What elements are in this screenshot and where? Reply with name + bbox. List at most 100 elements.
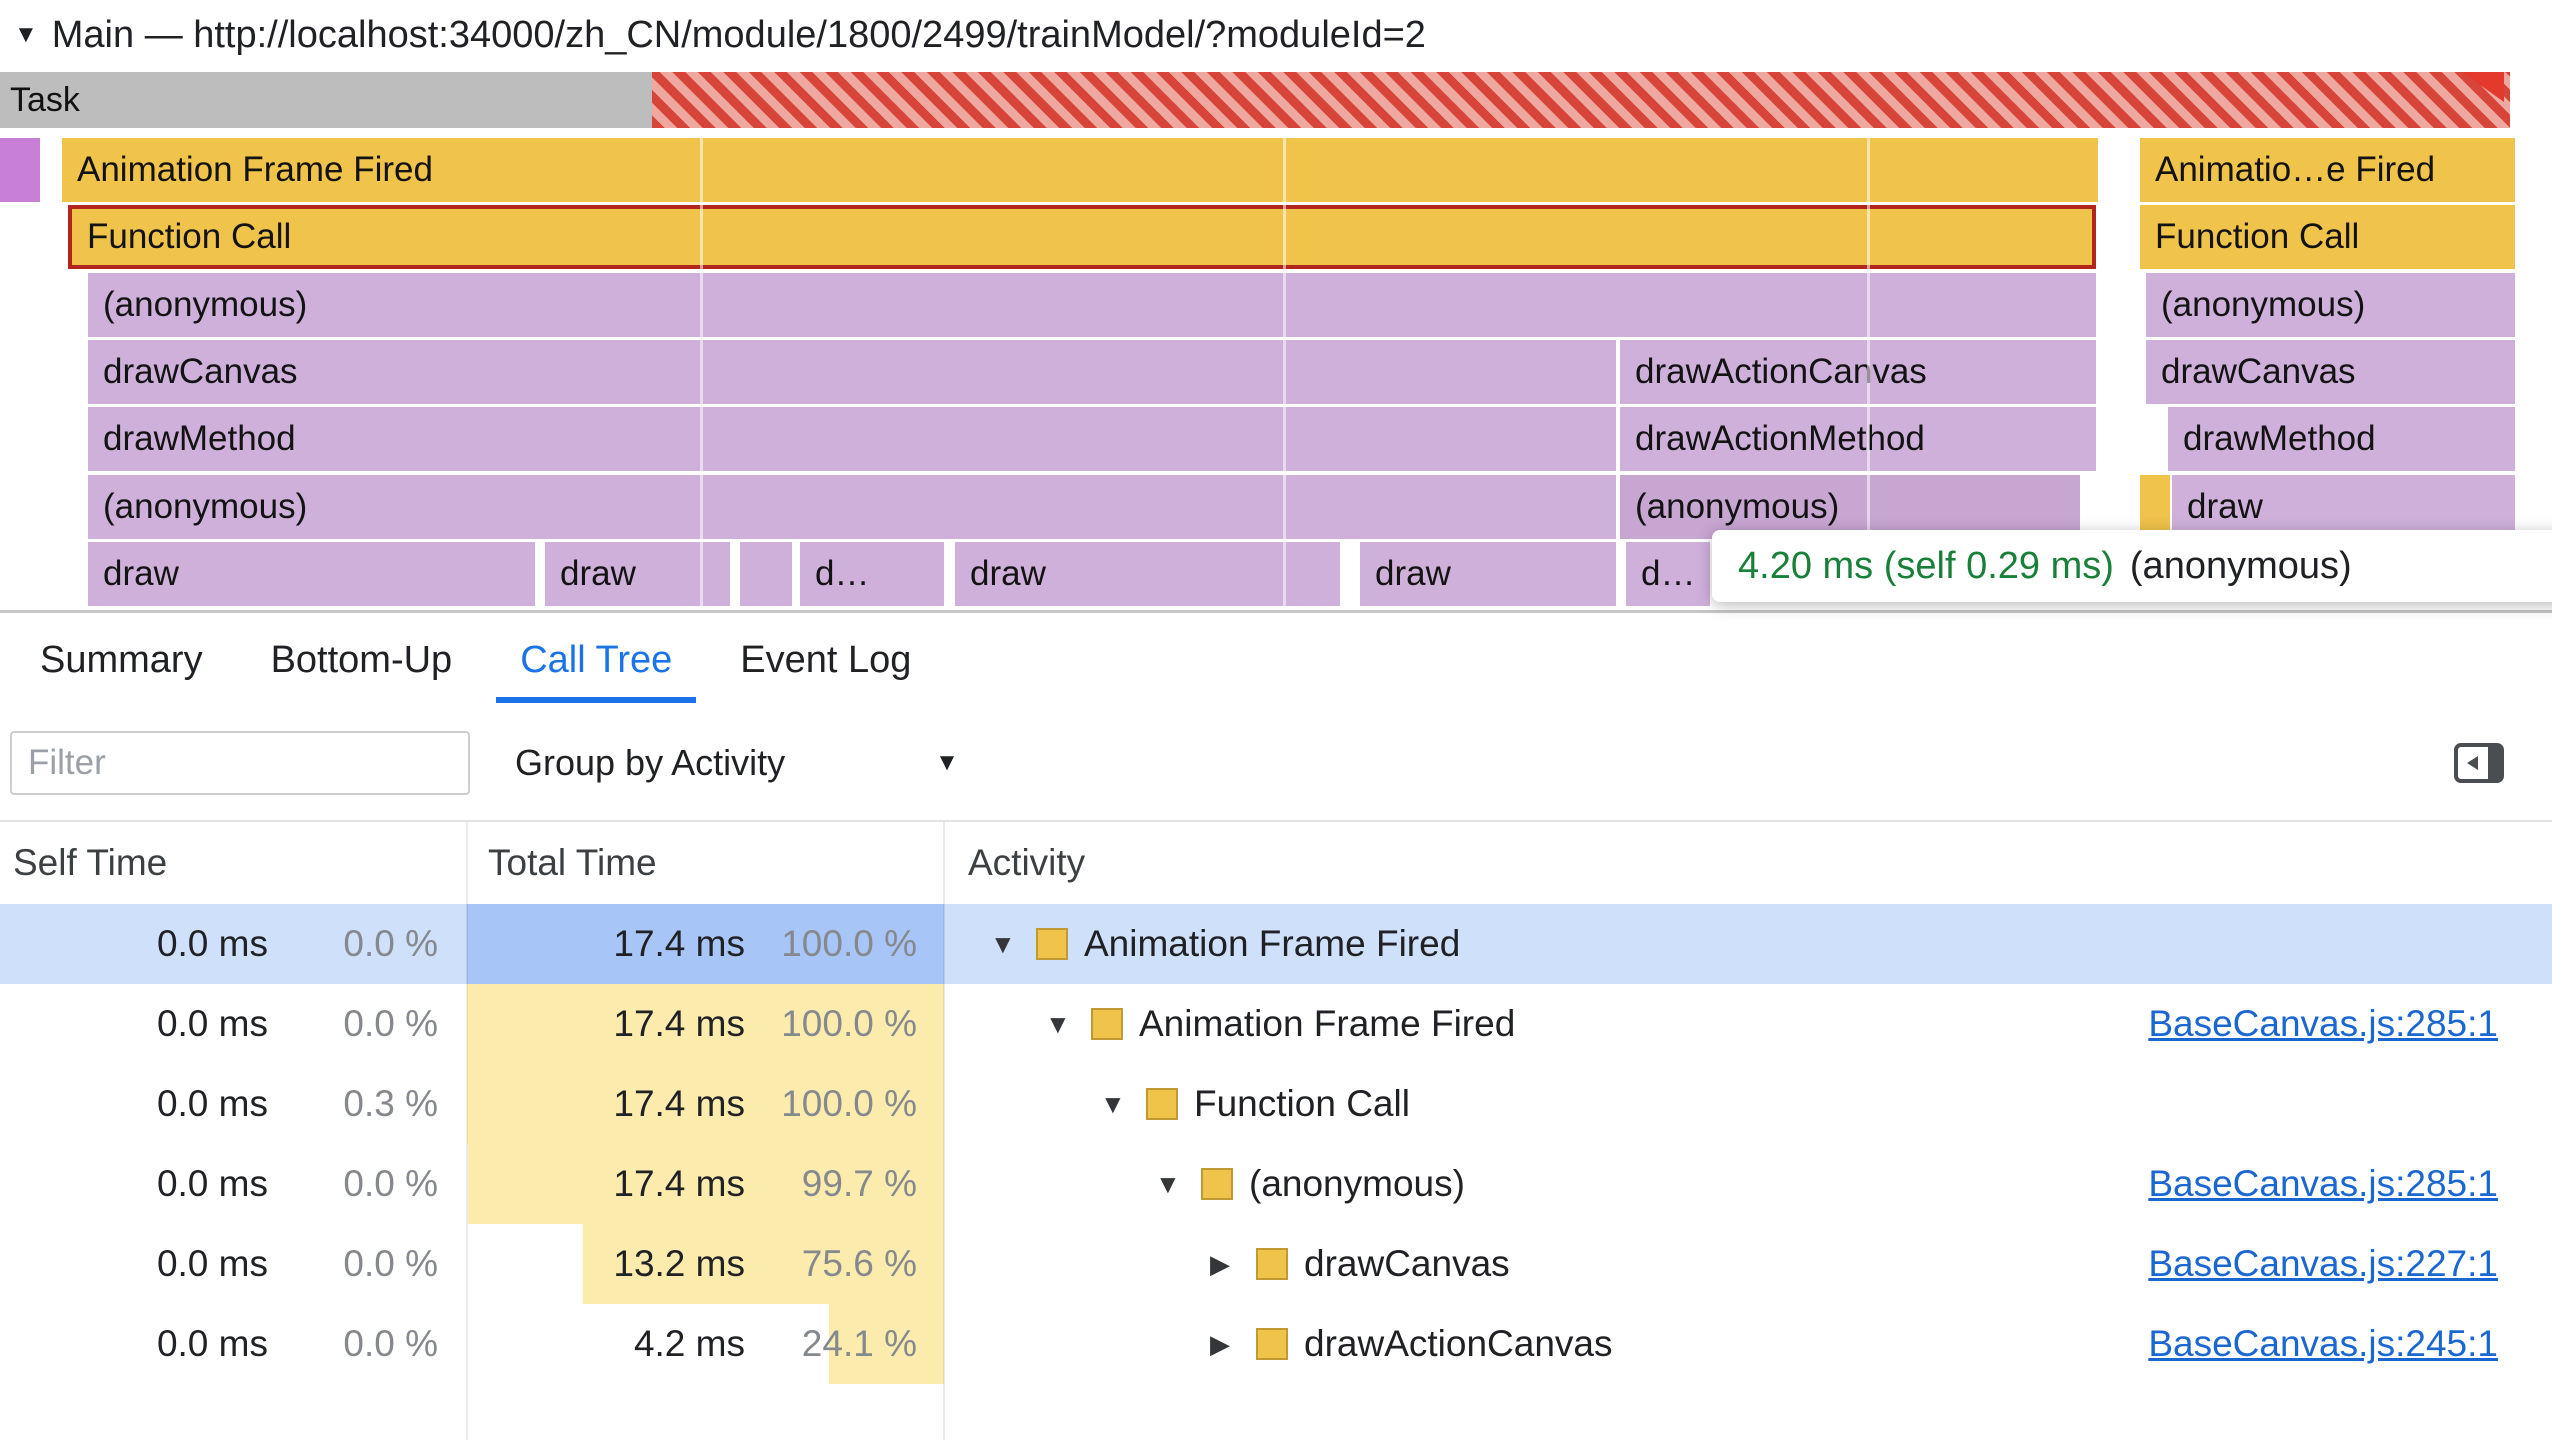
total-time-cell: 4.2 ms24.1 % <box>467 1304 944 1384</box>
collapse-icon[interactable]: ▼ <box>990 929 1036 960</box>
flame-bar-drawactionmethod[interactable]: drawActionMethod <box>1620 407 2096 471</box>
self-time-cell: 0.0 ms0.0 % <box>0 1003 467 1045</box>
activity-label: drawActionCanvas <box>1304 1323 1612 1365</box>
task-bar-segment[interactable]: Task <box>0 72 652 128</box>
self-time-cell: 0.0 ms0.0 % <box>0 923 467 965</box>
flame-bar-drawcanvas[interactable]: drawCanvas <box>88 340 1616 404</box>
long-task-hatch-segment[interactable] <box>652 72 2510 128</box>
flame-bar-draw[interactable]: draw <box>1360 542 1616 606</box>
total-time-pct: 100.0 % <box>745 1003 917 1045</box>
total-time-cell: 17.4 ms100.0 % <box>467 984 944 1064</box>
activity-label: (anonymous) <box>1249 1163 1465 1205</box>
flame-bar-animatio-e-fired[interactable]: Animatio…e Fired <box>2140 138 2515 202</box>
tree-row-drawactioncanvas[interactable]: 0.0 ms0.0 %4.2 ms24.1 % ▶ drawActionCanvas… <box>0 1304 2552 1384</box>
flame-bar-anonymous[interactable]: (anonymous) <box>88 475 1616 539</box>
tab-summary[interactable]: Summary <box>6 615 237 705</box>
tree-row-function-call[interactable]: 0.0 ms0.3 %17.4 ms100.0 %▼Function Call <box>0 1064 2552 1144</box>
column-header-activity[interactable]: Activity <box>944 842 2552 884</box>
self-time-cell: 0.0 ms0.0 % <box>0 1243 467 1285</box>
total-time-cell: 17.4 ms100.0 % <box>467 1064 944 1144</box>
activity-color-swatch <box>1256 1248 1288 1280</box>
devtools-performance-panel: ▼ Main — http://localhost:34000/zh_CN/mo… <box>0 0 2552 1440</box>
flame-bar-d[interactable]: d… <box>1626 542 1710 606</box>
flame-bar-function-call[interactable]: Function Call <box>2140 205 2515 269</box>
total-time-cell: 17.4 ms99.7 % <box>467 1144 944 1224</box>
flame-bar-drawactioncanvas[interactable]: drawActionCanvas <box>1620 340 2096 404</box>
flame-bar-d[interactable]: d… <box>800 542 944 606</box>
activity-cell: ▶ drawActionCanvas BaseCanvas.js:245:1 <box>944 1304 2552 1384</box>
total-time-cell: 13.2 ms75.6 % <box>467 1224 944 1304</box>
tree-row-animation-frame-fired[interactable]: 0.0 ms0.0 %17.4 ms100.0 %▼Animation Fram… <box>0 984 2552 1064</box>
self-time-ms: 0.0 ms <box>0 923 268 965</box>
total-time-ms: 4.2 ms <box>467 1323 745 1365</box>
collapse-icon[interactable]: ▼ <box>1100 1089 1146 1120</box>
source-link[interactable]: BaseCanvas.js:227:1 <box>2148 1243 2498 1285</box>
self-time-pct: 0.3 % <box>268 1083 438 1125</box>
expand-icon[interactable]: ▶ <box>1210 1249 1256 1280</box>
activity-color-swatch <box>1256 1328 1288 1360</box>
column-header-self-time[interactable]: Self Time <box>0 842 467 884</box>
activity-cell: ▼ (anonymous) BaseCanvas.js:285:1 <box>944 1144 2552 1224</box>
flame-bar-drawmethod[interactable]: drawMethod <box>88 407 1616 471</box>
activity-color-swatch <box>1036 928 1068 960</box>
panel-resize-divider[interactable] <box>0 610 2552 613</box>
activity-cell: ▼Animation Frame Fired <box>944 904 2552 984</box>
main-track-header[interactable]: ▼ Main — http://localhost:34000/zh_CN/mo… <box>0 0 2552 70</box>
column-header-total-time[interactable]: Total Time <box>467 842 944 884</box>
tree-row-anonymous[interactable]: 0.0 ms0.0 % 17.4 ms99.7 % ▼ (anonymous) Base… <box>0 1144 2552 1224</box>
chevron-down-icon: ▼ <box>935 749 959 777</box>
total-time-ms: 13.2 ms <box>467 1243 745 1285</box>
source-link[interactable]: BaseCanvas.js:245:1 <box>2148 1323 2498 1365</box>
tab-bottom-up[interactable]: Bottom-Up <box>237 615 487 705</box>
flame-bar-anonymous[interactable]: (anonymous) <box>88 273 2096 337</box>
self-time-ms: 0.0 ms <box>0 1003 268 1045</box>
activity-color-swatch <box>1146 1088 1178 1120</box>
tree-header: Self Time Total Time Activity <box>0 822 2552 904</box>
column-divider <box>466 822 468 1440</box>
total-time-pct: 75.6 % <box>745 1243 917 1285</box>
activity-label: Function Call <box>1194 1083 1410 1125</box>
flame-bar-block[interactable] <box>762 542 792 606</box>
flame-chart: 4.20 ms (self 0.29 ms) (anonymous) Anima… <box>0 138 2552 610</box>
total-time-cell: 17.4 ms100.0 % <box>467 904 944 984</box>
column-divider <box>943 822 945 1440</box>
self-time-ms: 0.0 ms <box>0 1163 268 1205</box>
group-by-select[interactable]: Group by Activity ▼ <box>515 742 959 784</box>
long-task-warning-triangle-icon <box>2462 72 2504 102</box>
task-label: Task <box>0 81 80 120</box>
show-heaviest-stack-icon[interactable] <box>2452 736 2506 790</box>
flame-bar-function-call[interactable]: Function Call <box>68 205 2096 269</box>
grid-line <box>1283 138 1286 610</box>
expand-icon[interactable]: ▶ <box>1210 1329 1256 1360</box>
flame-bar-draw[interactable]: draw <box>88 542 535 606</box>
self-time-pct: 0.0 % <box>268 1003 438 1045</box>
tree-row-animation-frame-fired[interactable]: 0.0 ms0.0 %17.4 ms100.0 %▼Animation Fram… <box>0 904 2552 984</box>
frame-tooltip: 4.20 ms (self 0.29 ms) (anonymous) <box>1712 530 2552 602</box>
self-time-cell: 0.0 ms0.0 % <box>0 1323 467 1365</box>
task-track: Task <box>0 72 2552 128</box>
source-link[interactable]: BaseCanvas.js:285:1 <box>2148 1163 2498 1205</box>
tree-row-drawcanvas[interactable]: 0.0 ms0.0 %13.2 ms75.6 %▶drawCanvasBaseC… <box>0 1224 2552 1304</box>
activity-label: Animation Frame Fired <box>1139 1003 1515 1045</box>
flame-bar-drawmethod[interactable]: drawMethod <box>2168 407 2515 471</box>
tab-event-log[interactable]: Event Log <box>706 615 945 705</box>
source-link[interactable]: BaseCanvas.js:285:1 <box>2148 1003 2498 1045</box>
main-track-title: Main — http://localhost:34000/zh_CN/modu… <box>52 14 1426 57</box>
flame-bar-drawcanvas[interactable]: drawCanvas <box>2146 340 2515 404</box>
self-time-ms: 0.0 ms <box>0 1083 268 1125</box>
collapse-triangle-icon[interactable]: ▼ <box>14 21 38 49</box>
activity-cell: ▶drawCanvasBaseCanvas.js:227:1 <box>944 1224 2552 1304</box>
collapse-icon[interactable]: ▼ <box>1045 1009 1091 1040</box>
tab-call-tree[interactable]: Call Tree <box>486 615 706 705</box>
collapse-icon[interactable]: ▼ <box>1155 1169 1201 1200</box>
flame-bar-animation-frame-fired[interactable]: Animation Frame Fired <box>62 138 2098 202</box>
grid-line <box>700 138 703 610</box>
total-time-pct: 99.7 % <box>745 1163 917 1205</box>
self-time-pct: 0.0 % <box>268 1163 438 1205</box>
tooltip-function: (anonymous) <box>2130 545 2352 588</box>
self-time-cell: 0.0 ms0.3 % <box>0 1083 467 1125</box>
flame-bar-anonymous[interactable]: (anonymous) <box>2146 273 2515 337</box>
filter-input[interactable] <box>10 731 470 795</box>
self-time-ms: 0.0 ms <box>0 1243 268 1285</box>
flame-bar-block[interactable] <box>0 138 40 202</box>
